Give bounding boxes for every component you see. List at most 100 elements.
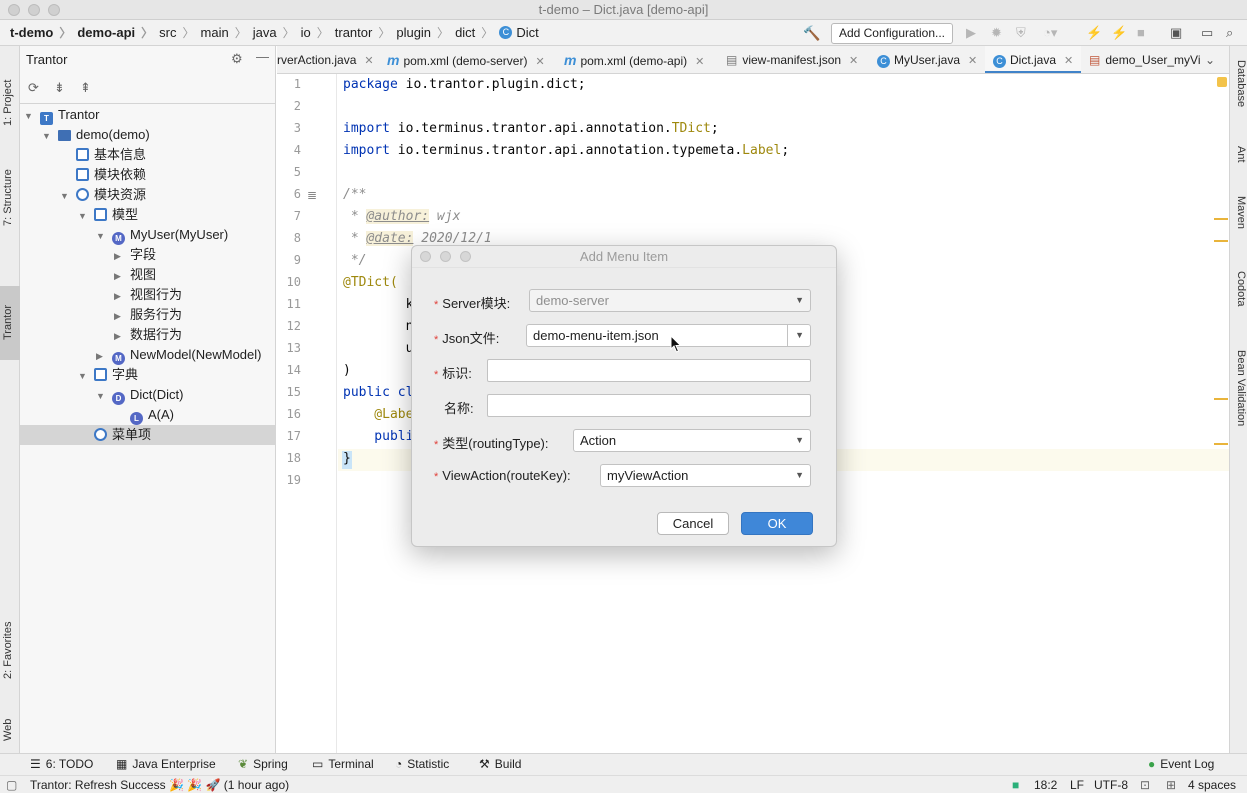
caret-position[interactable]: 18:2 (1034, 778, 1057, 792)
chevron-down-icon[interactable]: ▼ (795, 465, 804, 486)
json-file-combo[interactable]: demo-menu-item.json ▼ (526, 324, 811, 347)
structure-tool-tab[interactable]: 7: Structure (2, 146, 18, 226)
tree-item-module-resources[interactable]: ▼ 模块资源 (20, 185, 276, 205)
tree-item-basic-info[interactable]: 基本信息 (20, 145, 276, 165)
doc-render-icon[interactable]: ≣ (307, 188, 317, 202)
statistic-tool-button[interactable]: ◔ Statistic (395, 757, 449, 771)
tab-demo-user[interactable]: ▤ demo_User_myVi (1089, 46, 1201, 73)
profile-icon[interactable]: ◔▾ (1043, 25, 1057, 41)
line-separator[interactable]: LF (1070, 778, 1084, 792)
tree-item-models[interactable]: ▼ 模型 (20, 205, 276, 225)
tab-pom-server[interactable]: m pom.xml (demo-server) ✕ (387, 46, 545, 73)
breadcrumb-project[interactable]: t-demo 〉 (0, 24, 71, 41)
tree-item-dict[interactable]: ▼ D Dict(Dict) (20, 385, 276, 405)
spring-tool-button[interactable]: ❦ Spring (238, 757, 288, 771)
collapsed-arrow-icon[interactable]: ▶ (114, 326, 124, 346)
build-tool-button[interactable]: ⚒ Build (479, 757, 521, 771)
code-line-15[interactable]: public cl (343, 385, 413, 400)
tree-item-view-actions[interactable]: ▶ 视图行为 (20, 285, 276, 305)
git-icon[interactable]: ⊞ (1166, 778, 1176, 792)
terminal-icon[interactable]: ▭ (1201, 25, 1213, 41)
tree-item-views[interactable]: ▶ 视图 (20, 265, 276, 285)
event-log-button[interactable]: ● Event Log (1148, 757, 1214, 771)
error-stripe-mark[interactable] (1214, 398, 1228, 400)
routing-type-select[interactable]: Action ▼ (573, 429, 811, 452)
expanded-arrow-icon[interactable]: ▼ (96, 226, 106, 246)
tab-dict[interactable]: C Dict.java ✕ (985, 46, 1082, 73)
attach-debugger-icon[interactable]: ⚡ (1086, 25, 1102, 41)
collapsed-arrow-icon[interactable]: ▶ (114, 266, 124, 286)
breadcrumb-main[interactable]: main 〉 (195, 24, 247, 41)
tab-pom-api[interactable]: m pom.xml (demo-api) ✕ (564, 46, 704, 73)
close-tab-icon[interactable]: ✕ (968, 55, 977, 67)
code-line-14[interactable]: ) (343, 363, 351, 378)
trantor-tool-tab[interactable]: Trantor (0, 286, 20, 360)
collapsed-arrow-icon[interactable]: ▶ (114, 286, 124, 306)
close-tab-icon[interactable]: ✕ (849, 55, 858, 67)
warning-indicator-icon[interactable] (1217, 77, 1227, 87)
collapsed-arrow-icon[interactable]: ▶ (114, 306, 124, 326)
breadcrumb-file[interactable]: C Dict (493, 25, 539, 40)
search-icon[interactable]: ⌕ (1226, 25, 1233, 41)
cancel-button[interactable]: Cancel (657, 512, 729, 535)
tab-serveraction[interactable]: rverAction.java ✕ (277, 46, 374, 73)
expanded-arrow-icon[interactable]: ▼ (24, 106, 34, 126)
add-configuration-button[interactable]: Add Configuration... (831, 23, 953, 44)
project-tool-tab[interactable]: 1: Project (2, 56, 18, 126)
code-line-8[interactable]: * @date: 2020/12/1 (343, 231, 492, 246)
expanded-arrow-icon[interactable]: ▼ (42, 126, 52, 146)
error-stripe-mark[interactable] (1214, 240, 1228, 242)
code-line-11[interactable]: k (343, 297, 414, 312)
chevron-down-icon[interactable]: ▼ (795, 430, 804, 451)
coverage-icon[interactable]: ⛨ (1016, 25, 1026, 41)
tab-myuser[interactable]: C MyUser.java ✕ (877, 46, 977, 73)
hide-panel-icon[interactable]: — (256, 49, 269, 64)
tree-item-menu-items[interactable]: 菜单项 (20, 425, 276, 445)
expanded-arrow-icon[interactable]: ▼ (60, 186, 70, 206)
code-line-7[interactable]: * @author: wjx (343, 209, 460, 224)
code-line-9[interactable]: */ (343, 253, 367, 268)
todo-tool-button[interactable]: ☰ 6: TODO (30, 757, 93, 771)
collapsed-arrow-icon[interactable]: ▶ (114, 246, 124, 266)
tree-item-fields[interactable]: ▶ 字段 (20, 245, 276, 265)
tab-overflow-chevron-icon[interactable]: ⌄ (1205, 46, 1215, 73)
close-tab-icon[interactable]: ✕ (364, 55, 373, 67)
run-icon[interactable]: ▶ (966, 25, 976, 41)
code-line-10[interactable]: @TDict( (343, 275, 398, 290)
error-stripe-mark[interactable] (1214, 218, 1228, 220)
status-toggle-icon[interactable]: ▢ (6, 778, 17, 792)
gear-icon[interactable]: ⚙ (231, 51, 243, 67)
tree-module-demo[interactable]: ▼ demo(demo) (20, 125, 276, 145)
view-action-select[interactable]: myViewAction ▼ (600, 464, 811, 487)
breadcrumb-java[interactable]: java 〉 (247, 24, 295, 41)
close-tab-icon[interactable]: ✕ (535, 56, 544, 68)
indent-setting[interactable]: 4 spaces (1188, 778, 1236, 792)
tree-item-service-actions[interactable]: ▶ 服务行为 (20, 305, 276, 325)
expanded-arrow-icon[interactable]: ▼ (78, 206, 88, 226)
identifier-input[interactable] (487, 359, 811, 382)
favorites-tool-tab[interactable]: 2: Favorites (2, 599, 18, 679)
maven-tool-tab[interactable]: Maven (1231, 196, 1247, 256)
bean-validation-tool-tab[interactable]: Bean Validation (1231, 350, 1247, 460)
expand-all-icon[interactable]: ⇟ (54, 80, 65, 96)
tree-item-newmodel[interactable]: ▶ M NewModel(NewModel) (20, 345, 276, 365)
breadcrumb-dict[interactable]: dict 〉 (449, 24, 493, 41)
database-tool-tab[interactable]: Database (1231, 60, 1247, 130)
breadcrumb-src[interactable]: src 〉 (153, 24, 194, 41)
code-line-16[interactable]: @Labe (343, 407, 413, 422)
build-hammer-icon[interactable]: 🔨 (803, 25, 820, 42)
code-line-1[interactable]: package io.trantor.plugin.dict; (343, 77, 586, 92)
ok-button[interactable]: OK (741, 512, 813, 535)
tree-item-dictionary[interactable]: ▼ 字典 (20, 365, 276, 385)
code-line-6[interactable]: /** (343, 187, 366, 202)
rebuild-icon[interactable]: ⚡ (1111, 25, 1127, 41)
chevron-down-icon[interactable]: ▼ (795, 325, 804, 346)
file-encoding[interactable]: UTF-8 (1094, 778, 1128, 792)
codota-tool-tab[interactable]: Codota (1231, 271, 1247, 331)
name-input[interactable] (487, 394, 811, 417)
project-structure-icon[interactable]: ▣ (1170, 25, 1182, 41)
code-line-18[interactable]: } (343, 451, 351, 466)
breadcrumb-module[interactable]: demo-api 〉 (71, 24, 153, 41)
java-enterprise-tool-button[interactable]: ▦ Java Enterprise (116, 757, 216, 771)
terminal-tool-button[interactable]: ▭ Terminal (312, 757, 374, 771)
